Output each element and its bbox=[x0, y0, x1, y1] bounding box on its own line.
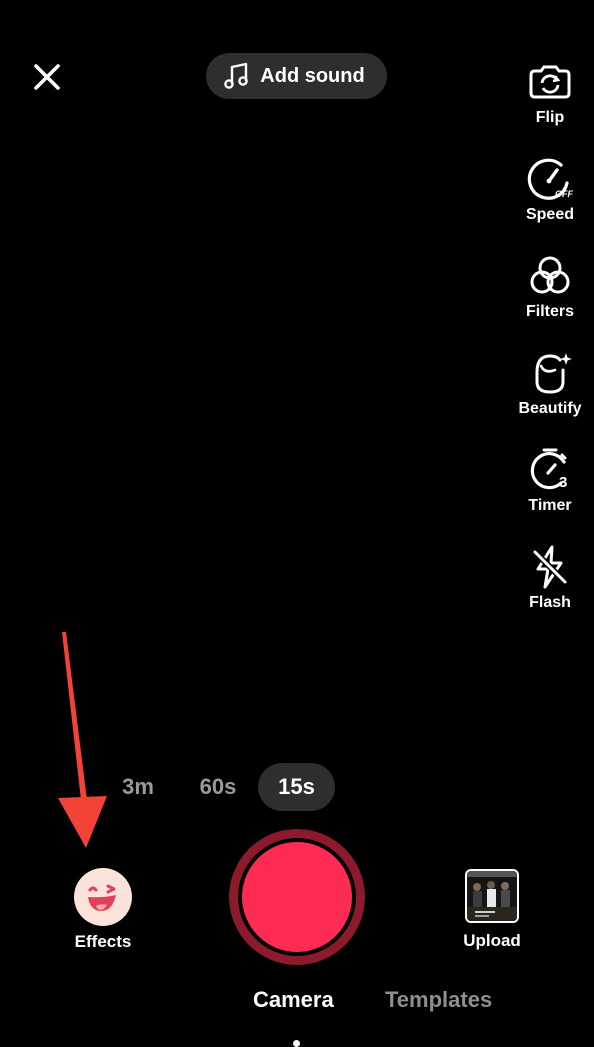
upload-label: Upload bbox=[463, 931, 521, 950]
upload-thumbnail bbox=[465, 869, 519, 923]
filters-label: Filters bbox=[525, 303, 574, 320]
speed-button[interactable]: OFF Speed bbox=[508, 155, 592, 224]
effects-label: Effects bbox=[74, 932, 132, 951]
tab-camera[interactable]: Camera bbox=[253, 987, 334, 1013]
record-inner bbox=[242, 842, 352, 952]
add-sound-label: Add sound bbox=[260, 64, 365, 87]
flip-button[interactable]: Flip bbox=[508, 58, 592, 127]
flip-label: Flip bbox=[535, 109, 565, 126]
close-icon bbox=[34, 64, 60, 90]
flash-off-icon bbox=[526, 543, 574, 591]
filters-icon bbox=[526, 252, 574, 300]
add-sound-button[interactable]: Add sound bbox=[206, 53, 387, 99]
flash-button[interactable]: Flash bbox=[508, 543, 592, 612]
filters-button[interactable]: Filters bbox=[508, 252, 592, 321]
timer-icon: 3 bbox=[526, 446, 574, 494]
close-button[interactable] bbox=[28, 58, 66, 96]
timer-label: Timer bbox=[528, 497, 572, 514]
duration-60s[interactable]: 60s bbox=[183, 763, 253, 811]
beautify-label: Beautify bbox=[518, 400, 582, 417]
record-ring bbox=[238, 838, 356, 956]
record-button[interactable] bbox=[229, 829, 365, 965]
music-note-icon bbox=[224, 62, 249, 89]
timer-badge: 3 bbox=[559, 474, 567, 491]
upload-button[interactable]: Upload bbox=[450, 869, 534, 951]
speed-badge: OFF bbox=[555, 189, 573, 199]
beautify-icon bbox=[526, 349, 574, 397]
flip-camera-icon bbox=[526, 58, 574, 106]
duration-3m[interactable]: 3m bbox=[106, 763, 170, 811]
effects-face-icon bbox=[74, 868, 132, 926]
tab-templates[interactable]: Templates bbox=[385, 987, 492, 1013]
speed-label: Speed bbox=[525, 206, 574, 223]
timer-button[interactable]: 3 Timer bbox=[508, 446, 592, 515]
beautify-button[interactable]: Beautify bbox=[508, 349, 592, 418]
flash-label: Flash bbox=[529, 594, 571, 611]
effects-button[interactable]: Effects bbox=[63, 868, 143, 952]
speed-icon: OFF bbox=[526, 155, 574, 203]
duration-15s[interactable]: 15s bbox=[258, 763, 335, 811]
